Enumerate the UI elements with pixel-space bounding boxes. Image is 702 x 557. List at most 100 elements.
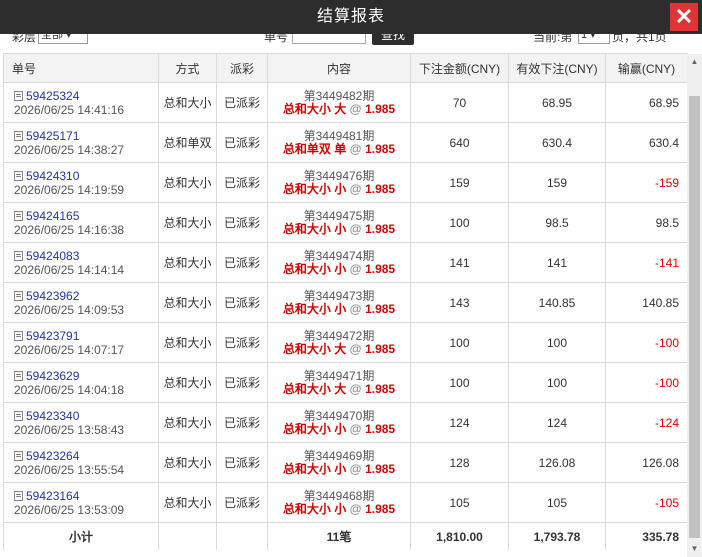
method-cell: 总和单双 xyxy=(158,122,217,163)
document-icon xyxy=(14,90,23,101)
odds-value: 1.985 xyxy=(365,501,396,516)
valid-bet-cell: 159 xyxy=(508,162,606,203)
table-body: 59425324 2026/06/25 14:41:16 总和大小 已派彩 第34494… xyxy=(3,82,688,550)
odds-value: 1.985 xyxy=(365,301,396,316)
order-time: 2026/06/25 14:16:38 xyxy=(14,222,125,237)
order-number-link[interactable]: 59423791 xyxy=(26,329,79,343)
table-row: 59423264 2026/06/25 13:55:54 总和大小 已派彩 第34494… xyxy=(3,442,688,483)
close-button[interactable]: ✕ xyxy=(670,3,698,31)
page-count-label: 页，共1页 xyxy=(612,34,667,44)
payout-status-cell: 已派彩 xyxy=(216,482,268,523)
valid-bet-cell: 140.85 xyxy=(508,282,606,323)
content-cell: 第3449472期 总和大小 大 @ 1.985 xyxy=(267,322,411,363)
odds-separator: @ xyxy=(346,421,366,436)
odds-value: 1.985 xyxy=(365,381,396,396)
period-number: 第3449468期 xyxy=(303,488,375,503)
valid-bet-cell: 630.4 xyxy=(508,122,606,163)
page-select[interactable]: 1 ▾ xyxy=(578,34,610,44)
method-cell: 总和大小 xyxy=(158,82,217,123)
odds-value: 1.985 xyxy=(365,261,396,276)
content-cell: 第3449481期 总和单双 单 @ 1.985 xyxy=(267,122,411,163)
vertical-scrollbar[interactable]: ▲ ▼ xyxy=(687,54,702,557)
title-bar: 结算报表 ✕ xyxy=(0,0,702,34)
odds-value: 1.985 xyxy=(365,221,396,236)
content-cell: 第3449469期 总和大小 小 @ 1.985 xyxy=(267,442,411,483)
scrollbar-thumb[interactable] xyxy=(689,96,700,538)
order-number-link[interactable]: 59423164 xyxy=(26,489,79,503)
table-row: 59423164 2026/06/25 13:53:09 总和大小 已派彩 第34494… xyxy=(3,482,688,523)
odds-value: 1.985 xyxy=(365,141,396,156)
period-number: 第3449474期 xyxy=(303,248,375,263)
bet-amount-cell: 640 xyxy=(410,122,509,163)
odds-value: 1.985 xyxy=(365,341,396,356)
valid-bet-cell: 141 xyxy=(508,242,606,283)
header-order-id: 单号 xyxy=(3,53,159,83)
total-empty-cell xyxy=(216,522,268,550)
scroll-down-arrow-icon[interactable]: ▼ xyxy=(687,541,702,557)
odds-value: 1.985 xyxy=(365,181,396,196)
win-loss-cell: -100 xyxy=(605,322,688,363)
document-icon xyxy=(14,330,23,341)
search-button[interactable]: 查找 xyxy=(372,34,414,45)
valid-bet-cell: 100 xyxy=(508,322,606,363)
header-valid-bet: 有效下注(CNY) xyxy=(508,53,606,83)
bet-selection: 总和大小 大 xyxy=(282,341,347,356)
period-number: 第3449469期 xyxy=(303,448,375,463)
order-time: 2026/06/25 13:55:54 xyxy=(14,462,125,477)
order-cell: 59425171 2026/06/25 14:38:27 xyxy=(3,122,159,163)
order-number-link[interactable]: 59423264 xyxy=(26,449,79,463)
order-cell: 59424083 2026/06/25 14:14:14 xyxy=(3,242,159,283)
order-number-link[interactable]: 59425171 xyxy=(26,129,79,143)
payout-status-cell: 已派彩 xyxy=(216,402,268,443)
bet-amount-cell: 124 xyxy=(410,402,509,443)
order-time: 2026/06/25 14:07:17 xyxy=(14,342,125,357)
method-cell: 总和大小 xyxy=(158,402,217,443)
order-number-input[interactable] xyxy=(292,34,366,44)
order-number-link[interactable]: 59424310 xyxy=(26,169,79,183)
bet-amount-cell: 100 xyxy=(410,362,509,403)
order-number-label: 单号 xyxy=(264,34,289,44)
order-time: 2026/06/25 14:41:16 xyxy=(14,102,125,117)
table-row: 59423791 2026/06/25 14:07:17 总和大小 已派彩 第34494… xyxy=(3,322,688,363)
order-cell: 59423164 2026/06/25 13:53:09 xyxy=(3,482,159,523)
order-number-link[interactable]: 59423629 xyxy=(26,369,79,383)
payout-status-cell: 已派彩 xyxy=(216,282,268,323)
bet-amount-cell: 143 xyxy=(410,282,509,323)
page-select-value: 1 xyxy=(581,34,588,41)
order-number-link[interactable]: 59423962 xyxy=(26,289,79,303)
win-loss-cell: 140.85 xyxy=(605,282,688,323)
odds-separator: @ xyxy=(346,341,366,356)
payout-status-cell: 已派彩 xyxy=(216,362,268,403)
valid-bet-cell: 68.95 xyxy=(508,82,606,123)
order-cell: 59423629 2026/06/25 14:04:18 xyxy=(3,362,159,403)
total-count: 11笔 xyxy=(267,522,411,550)
filter-bar: 彩层 全部 ▾ 单号 查找 当前:第 1 ▾ 页，共1页 xyxy=(0,34,702,46)
order-number-link[interactable]: 59424165 xyxy=(26,209,79,223)
window-title: 结算报表 xyxy=(316,8,385,25)
payout-status-cell: 已派彩 xyxy=(216,202,268,243)
order-number-link[interactable]: 59423340 xyxy=(26,409,79,423)
type-filter-value: 全部 xyxy=(41,34,63,41)
total-label: 小计 xyxy=(3,522,159,550)
period-number: 第3449473期 xyxy=(303,288,375,303)
method-cell: 总和大小 xyxy=(158,202,217,243)
order-number-link[interactable]: 59424083 xyxy=(26,249,79,263)
win-loss-cell: 126.08 xyxy=(605,442,688,483)
valid-bet-cell: 105 xyxy=(508,482,606,523)
type-filter-select[interactable]: 全部 ▾ xyxy=(38,34,88,44)
bet-selection: 总和大小 小 xyxy=(282,501,347,516)
payout-status-cell: 已派彩 xyxy=(216,242,268,283)
order-cell: 59424310 2026/06/25 14:19:59 xyxy=(3,162,159,203)
win-loss-cell: 68.95 xyxy=(605,82,688,123)
bet-amount-cell: 70 xyxy=(410,82,509,123)
order-number-link[interactable]: 59425324 xyxy=(26,89,79,103)
odds-value: 1.985 xyxy=(365,421,396,436)
document-icon xyxy=(14,130,23,141)
period-number: 第3449475期 xyxy=(303,208,375,223)
settlement-table: 单号 方式 派彩 内容 下注金额(CNY) 有效下注(CNY) 输赢(CNY) … xyxy=(3,53,688,550)
content-cell: 第3449482期 总和大小 大 @ 1.985 xyxy=(267,82,411,123)
document-icon xyxy=(14,370,23,381)
order-time: 2026/06/25 13:53:09 xyxy=(14,502,125,517)
scroll-up-arrow-icon[interactable]: ▲ xyxy=(687,54,702,70)
odds-value: 1.985 xyxy=(365,101,396,116)
